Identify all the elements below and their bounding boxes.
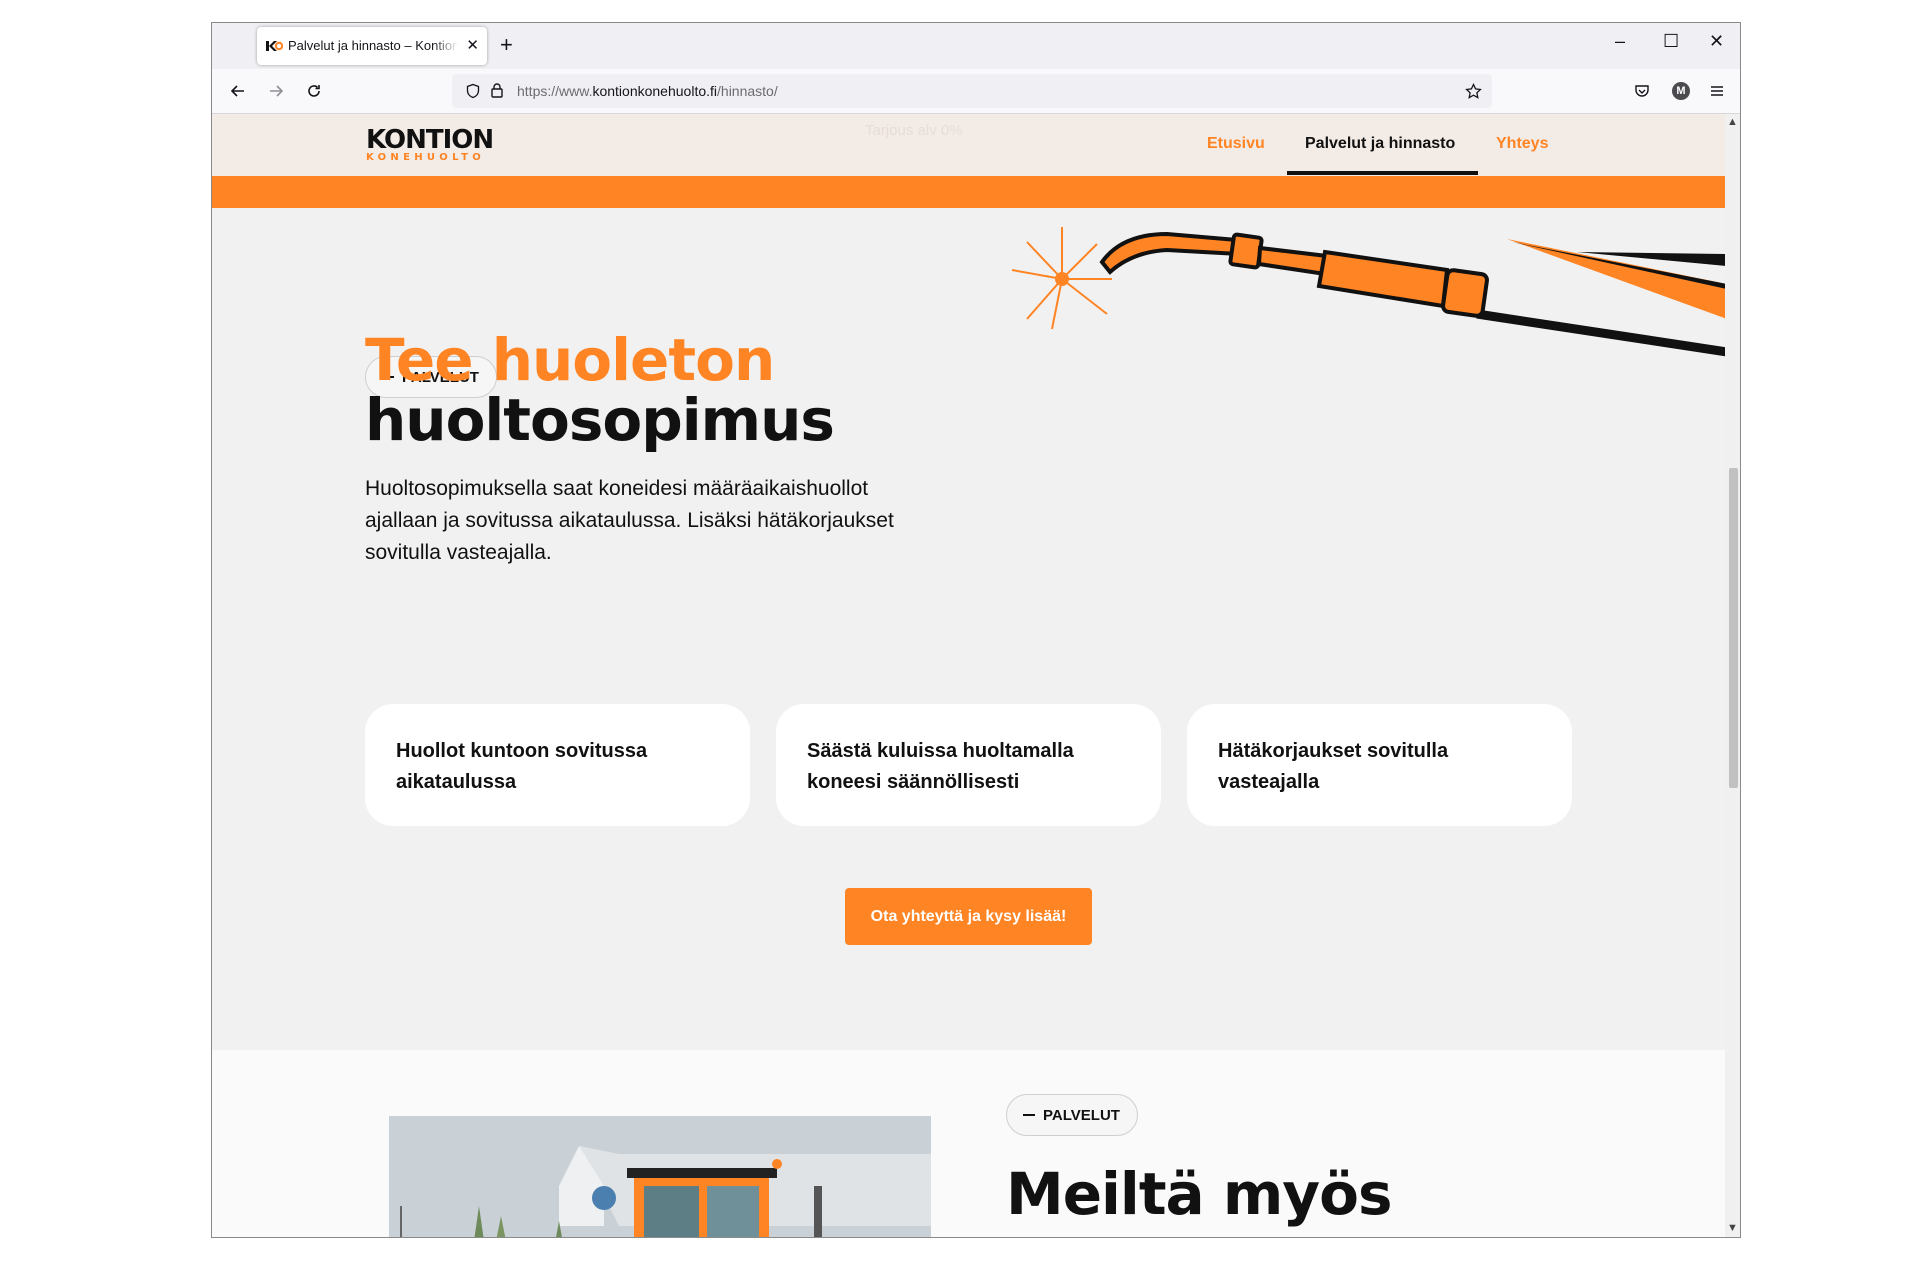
pill-label: PALVELUT: [1043, 1106, 1120, 1124]
feature-card-text: Hätäkorjaukset sovitulla vasteajalla: [1218, 740, 1449, 793]
section-title-line2: työkoneiden: [1006, 1228, 1401, 1237]
page-scrollbar[interactable]: ▲ ▼: [1725, 114, 1740, 1237]
browser-window: Palvelut ja hinnasto – Kontion Konehuolt…: [211, 22, 1741, 1238]
url-text[interactable]: https://www.kontionkonehuolto.fi/hinnast…: [517, 83, 778, 99]
logo-main: KONTION: [366, 125, 494, 155]
scroll-up-icon[interactable]: ▲: [1727, 116, 1738, 128]
tab-close-icon[interactable]: ✕: [466, 36, 479, 54]
site-header: KONTION KONEHUOLTO Tarjous alv 0% Etusiv…: [212, 114, 1725, 176]
scroll-down-icon[interactable]: ▼: [1727, 1222, 1738, 1234]
contact-cta-button[interactable]: Ota yhteyttä ja kysy lisää!: [845, 888, 1092, 945]
browser-tab[interactable]: Palvelut ja hinnasto – Kontion Konehuolt…: [257, 27, 487, 65]
forward-icon[interactable]: [264, 79, 288, 103]
url-prefix: https://www.: [517, 83, 593, 99]
active-nav-indicator: [1287, 171, 1478, 175]
services-section: PALVELUT Meiltä myös työkoneiden: [212, 1050, 1725, 1237]
menu-icon[interactable]: [1709, 83, 1725, 99]
pill-dash: [1023, 1114, 1035, 1116]
site-logo[interactable]: KONTION KONEHUOLTO: [366, 125, 494, 163]
nav-link-etusivu[interactable]: Etusivu: [1207, 135, 1265, 153]
new-tab-icon[interactable]: +: [500, 32, 513, 58]
tractor-photo: [389, 1116, 931, 1237]
welding-torch-illustration: [1011, 227, 1725, 357]
hero-description: Huoltosopimuksella saat koneidesi määräa…: [365, 477, 894, 564]
back-icon[interactable]: [226, 79, 250, 103]
feature-card-text: Huollot kuntoon sovitussa aikataulussa: [396, 740, 648, 793]
feature-card-text: Säästä kuluissa huoltamalla koneesi sään…: [807, 740, 1074, 793]
url-domain: kontionkonehuolto.fi: [592, 83, 718, 99]
lock-icon[interactable]: [490, 82, 504, 99]
shield-icon[interactable]: [465, 83, 481, 99]
account-avatar-icon[interactable]: M: [1672, 82, 1690, 100]
logo-sub: KONEHUOLTO: [366, 152, 486, 163]
section-pill-palvelut-2: PALVELUT: [1006, 1094, 1138, 1136]
pocket-icon[interactable]: [1634, 83, 1650, 99]
maximize-icon[interactable]: ☐: [1663, 31, 1679, 52]
tab-bar: Palvelut ja hinnasto – Kontion Konehuolt…: [212, 23, 1740, 69]
hero-title: huoltosopimus: [365, 386, 835, 454]
hero-title-highlight: Tee huoleton: [365, 326, 775, 394]
minimize-icon[interactable]: –: [1615, 31, 1625, 52]
feature-card-2: Säästä kuluissa huoltamalla koneesi sään…: [776, 704, 1161, 826]
tab-title: Palvelut ja hinnasto – Kontion Konehuolt…: [288, 38, 458, 53]
section-title: Meiltä myös: [1006, 1160, 1392, 1228]
scrollbar-thumb[interactable]: [1729, 468, 1738, 788]
page-viewport: KONTION KONEHUOLTO Tarjous alv 0% Etusiv…: [212, 114, 1725, 1237]
site-favicon-icon: [266, 41, 283, 51]
url-path: /hinnasto/: [717, 83, 778, 99]
close-window-icon[interactable]: ✕: [1709, 31, 1724, 52]
url-bar[interactable]: https://www.kontionkonehuolto.fi/hinnast…: [452, 74, 1492, 108]
nav-link-palvelut[interactable]: Palvelut ja hinnasto: [1305, 135, 1455, 153]
orange-band: [212, 176, 1725, 208]
feature-card-1: Huollot kuntoon sovitussa aikataulussa: [365, 704, 750, 826]
reload-icon[interactable]: [302, 79, 326, 103]
bookmark-star-icon[interactable]: [1465, 83, 1482, 100]
feature-card-3: Hätäkorjaukset sovitulla vasteajalla: [1187, 704, 1572, 826]
nav-link-yhteys[interactable]: Yhteys: [1496, 135, 1548, 153]
navigation-toolbar: https://www.kontionkonehuolto.fi/hinnast…: [212, 69, 1740, 114]
faded-header-text: Tarjous alv 0%: [865, 122, 963, 139]
